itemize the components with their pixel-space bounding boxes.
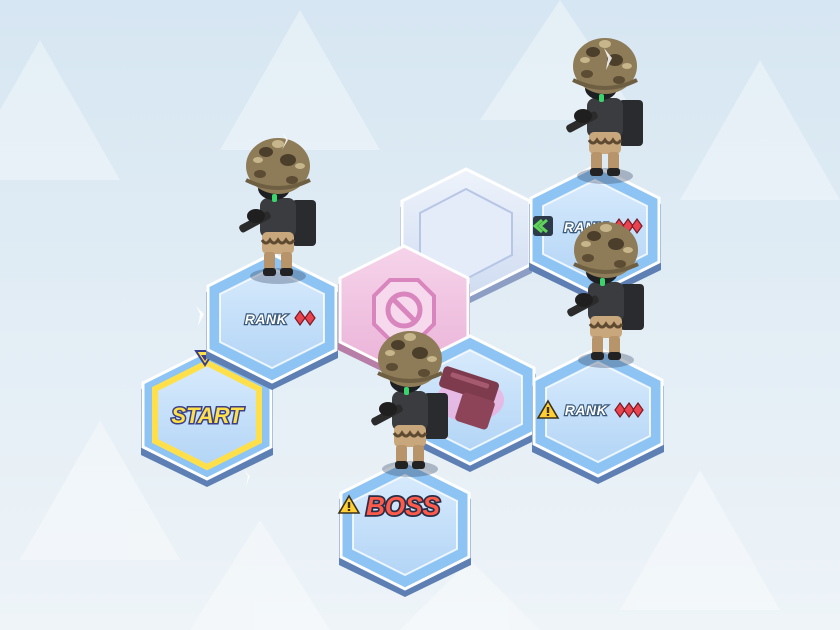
no-entry-icon (372, 278, 436, 342)
rank-label: RANK (245, 311, 288, 327)
map-canvas: START RANK RANK RANK BOSS (0, 0, 840, 630)
chevron-up-icon (532, 216, 553, 236)
battle-map: START RANK RANK RANK BOSS (0, 0, 840, 630)
rank-label: RANK (565, 402, 608, 418)
boss-label: BOSS (366, 491, 440, 521)
start-label: START (171, 403, 244, 428)
